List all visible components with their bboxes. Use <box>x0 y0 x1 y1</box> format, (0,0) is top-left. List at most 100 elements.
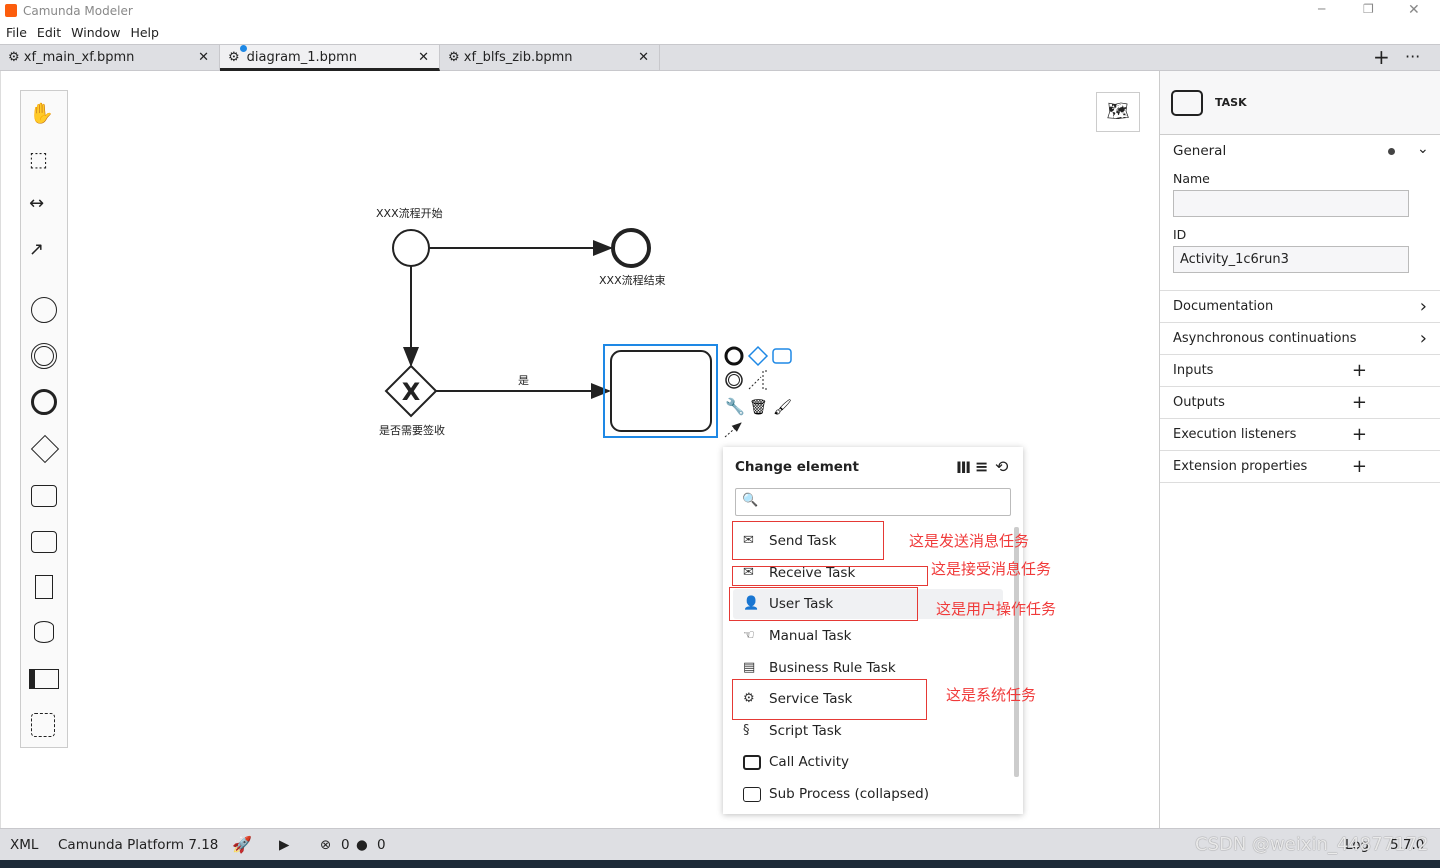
search-icon: 🔍 <box>742 493 759 508</box>
group-tool-icon[interactable] <box>31 713 55 737</box>
section-inputs[interactable]: Inputs + <box>1160 355 1440 387</box>
error-count: 0 <box>341 837 350 853</box>
flow-label: 是 <box>518 374 529 387</box>
warning-count: 0 <box>377 837 386 853</box>
section-label: Documentation <box>1173 299 1274 314</box>
section-execution-listeners[interactable]: Execution listeners + <box>1160 419 1440 451</box>
task-tool-icon[interactable] <box>31 485 57 507</box>
list-icon[interactable]: ≡ <box>975 457 988 476</box>
start-event-label: XXX流程开始 <box>376 207 443 220</box>
change-element-popup: Change element Ⅲ ≡ ⟲ 🔍 ✉ Send Task ✉ Recei… <box>723 447 1023 814</box>
menu-help[interactable]: Help <box>130 25 159 40</box>
menu-file[interactable]: File <box>6 25 27 40</box>
lasso-tool-icon[interactable]: ⬚ <box>29 147 59 177</box>
pool-tool-icon[interactable] <box>29 669 59 689</box>
gateway-tool-icon[interactable] <box>30 434 60 464</box>
os-taskbar <box>0 860 1440 868</box>
gear-icon: ⚙ <box>228 45 247 65</box>
global-connect-icon[interactable]: ↗ <box>29 239 59 269</box>
id-input[interactable]: Activity_1c6run3 <box>1173 246 1409 273</box>
platform-button[interactable]: Camunda Platform 7.18 <box>58 829 218 861</box>
warning-icon[interactable]: ● <box>356 829 368 861</box>
section-async[interactable]: Asynchronous continuations › <box>1160 323 1440 355</box>
section-label: Extension properties <box>1173 459 1308 474</box>
call-activity-icon <box>743 755 761 770</box>
tab-xf-main[interactable]: ⚙ xf_main_xf.bpmn ✕ <box>0 45 220 71</box>
popup-title: Change element <box>735 459 859 475</box>
start-event <box>392 229 430 267</box>
trash-icon: 🗑 <box>749 398 768 416</box>
section-label: Outputs <box>1173 395 1225 410</box>
gear-icon: ⚙ <box>448 50 464 65</box>
name-input[interactable] <box>1173 190 1409 217</box>
plus-icon[interactable]: + <box>1352 451 1367 483</box>
unsaved-dot-icon <box>239 45 247 52</box>
hand-tool-icon[interactable]: ✋ <box>29 101 59 131</box>
end-event-tool-icon[interactable] <box>31 389 57 415</box>
close-tab-icon[interactable]: ✕ <box>198 45 209 71</box>
id-label: ID <box>1173 227 1187 242</box>
annotation-box <box>732 521 884 560</box>
properties-panel: TASK General ⌄ Name ID Activity_1c6run3 … <box>1159 71 1440 828</box>
minimize-button[interactable]: ─ <box>1318 2 1325 16</box>
section-label: Asynchronous continuations <box>1173 331 1357 346</box>
search-input[interactable]: 🔍 <box>735 488 1011 516</box>
wrench-icon: 🔧 <box>725 397 745 416</box>
end-event <box>611 228 651 268</box>
error-icon[interactable]: ⊗ <box>320 829 331 861</box>
section-extension-properties[interactable]: Extension properties + <box>1160 451 1440 483</box>
app-logo-icon <box>5 4 17 17</box>
item-label: Business Rule Task <box>769 660 896 676</box>
deploy-rocket-icon[interactable]: 🚀 <box>232 829 252 861</box>
tab-label: xf_blfs_zib.bpmn <box>463 50 573 65</box>
script-icon: § <box>743 723 750 738</box>
tab-diagram-1[interactable]: ⚙ diagram_1.bpmn ✕ <box>220 45 440 71</box>
plus-icon[interactable]: + <box>1352 355 1367 387</box>
hand-icon: ☜ <box>743 628 755 643</box>
more-button[interactable]: ··· <box>1405 45 1420 69</box>
chevron-right-icon: › <box>1419 328 1427 349</box>
plus-icon[interactable]: + <box>1352 419 1367 451</box>
menu-item-manual-task[interactable]: ☜ Manual Task <box>733 621 1003 651</box>
append-gateway-icon <box>747 345 769 367</box>
status-bar: XML Camunda Platform 7.18 🚀 ▶ ⊗ 0 ● 0 Lo… <box>0 828 1440 860</box>
watermark: CSDN @weixin_44877172 <box>1195 834 1429 855</box>
menu-window[interactable]: Window <box>71 25 120 40</box>
restore-button[interactable]: ❐ <box>1363 2 1374 16</box>
data-object-tool-icon[interactable] <box>35 575 53 599</box>
plus-icon[interactable]: + <box>1352 387 1367 419</box>
end-event-label: XXX流程结束 <box>599 274 666 287</box>
section-documentation[interactable]: Documentation › <box>1160 291 1440 323</box>
color-brush-icon: 🖌 <box>773 398 792 416</box>
run-play-icon[interactable]: ▶ <box>279 829 289 861</box>
menu-edit[interactable]: Edit <box>37 25 61 40</box>
item-label: Manual Task <box>769 628 852 644</box>
close-window-button[interactable]: ✕ <box>1408 2 1420 18</box>
item-label: Call Activity <box>769 754 849 770</box>
subprocess-tool-icon[interactable] <box>31 531 57 553</box>
data-store-tool-icon[interactable] <box>34 621 54 643</box>
start-event-tool-icon[interactable] <box>31 297 57 323</box>
add-tab-button[interactable]: + <box>1373 45 1390 69</box>
intermediate-event-tool-icon[interactable] <box>31 343 57 369</box>
space-tool-icon[interactable]: ↔ <box>29 193 59 223</box>
chevron-down-icon[interactable]: ⌄ <box>1417 141 1429 157</box>
task-type-icon <box>1171 90 1203 116</box>
gateway-label: 是否需要签收 <box>379 424 445 437</box>
menu-item-call-activity[interactable]: Call Activity <box>733 747 1003 777</box>
subprocess-icon <box>743 787 761 802</box>
element-type: TASK <box>1215 96 1247 109</box>
tab-xf-blfs[interactable]: ⚙ xf_blfs_zib.bpmn ✕ <box>440 45 660 71</box>
menu-item-subprocess-collapsed[interactable]: Sub Process (collapsed) <box>733 779 1003 809</box>
close-tab-icon[interactable]: ✕ <box>418 45 429 71</box>
columns-icon[interactable]: Ⅲ <box>956 458 971 477</box>
connect-icon <box>724 422 742 438</box>
reset-icon[interactable]: ⟲ <box>995 457 1008 476</box>
title-bar: Camunda Modeler ─ ❐ ✕ <box>0 0 1440 22</box>
xml-button[interactable]: XML <box>10 829 38 861</box>
general-section-header[interactable]: General <box>1173 143 1226 159</box>
menu-item-script-task[interactable]: § Script Task <box>733 716 1003 746</box>
section-outputs[interactable]: Outputs + <box>1160 387 1440 419</box>
section-label: Inputs <box>1173 363 1214 378</box>
close-tab-icon[interactable]: ✕ <box>638 45 649 71</box>
